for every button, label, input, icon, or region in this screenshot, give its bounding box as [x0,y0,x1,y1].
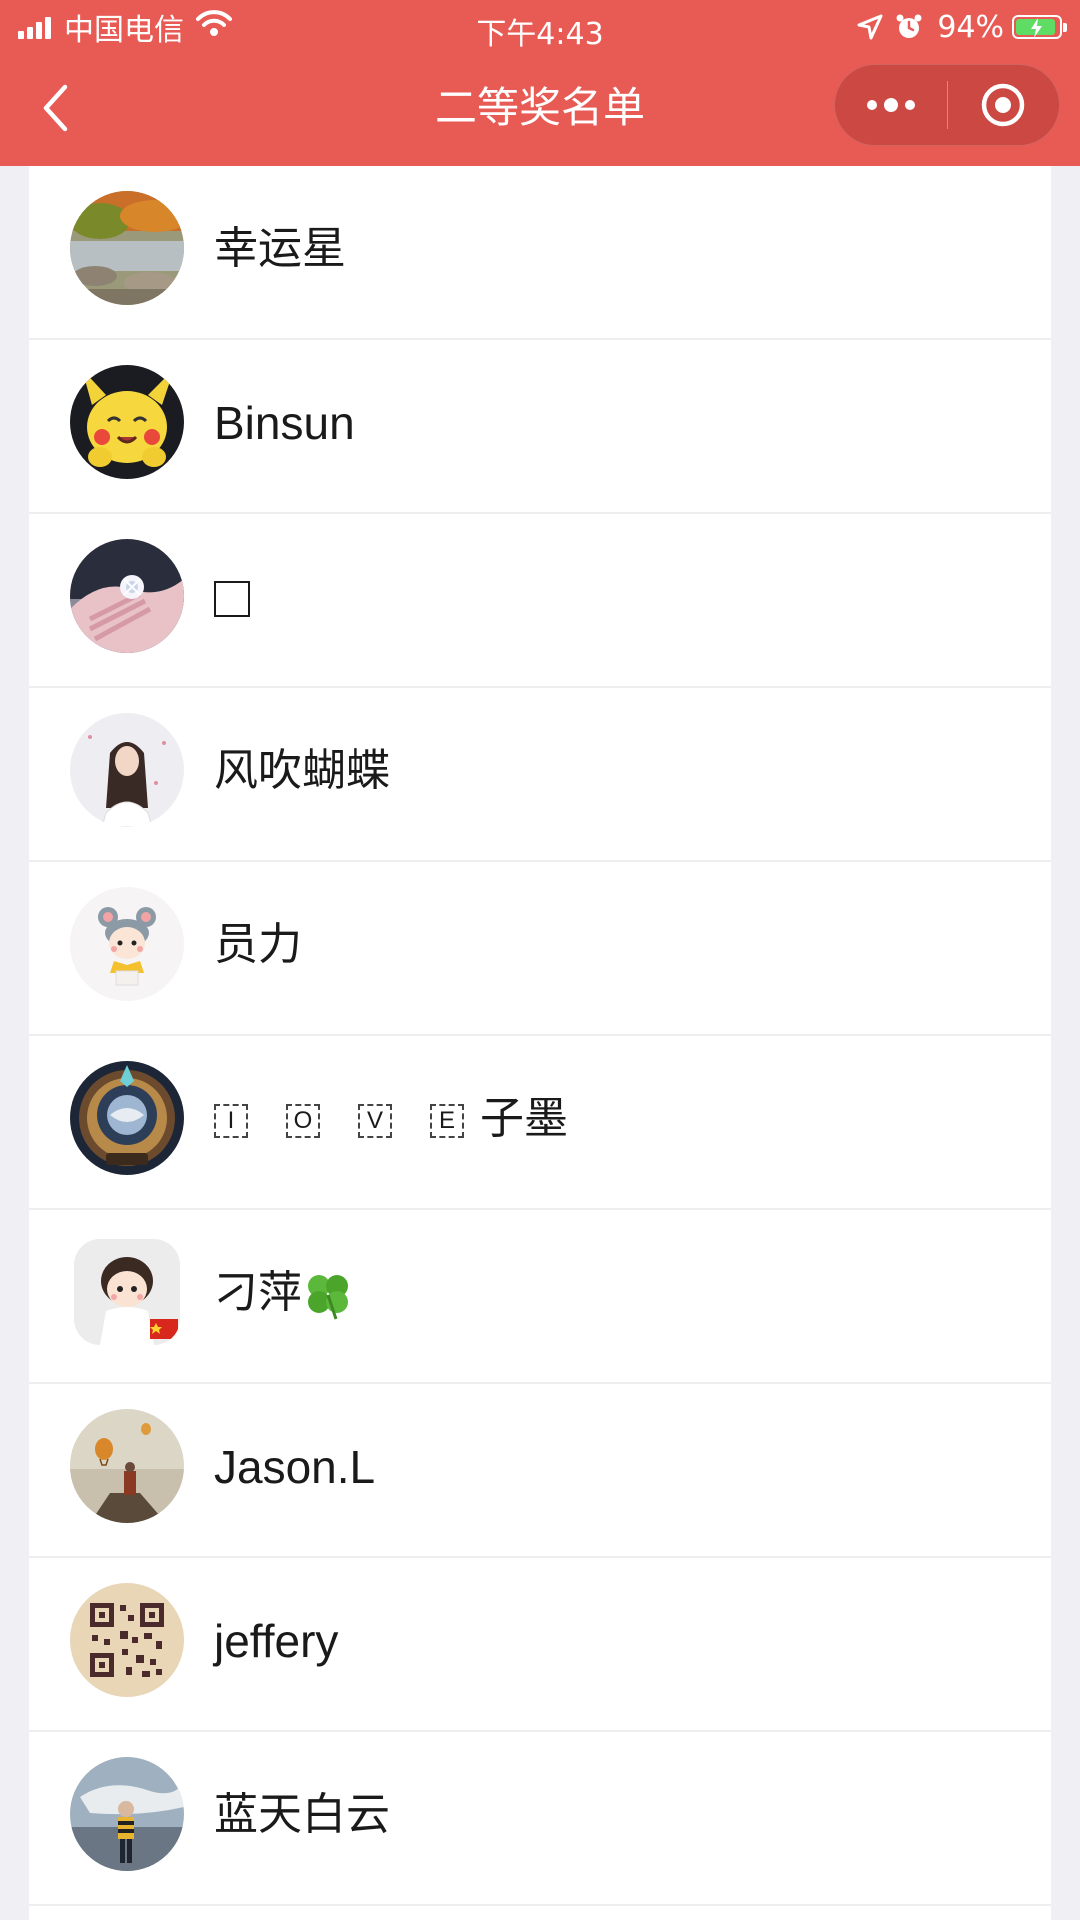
name-glyph: E [430,1104,464,1138]
avatar [70,713,184,827]
avatar [70,365,184,479]
name-text: 刁萍 [214,1267,302,1318]
avatar [70,887,184,1001]
more-button[interactable] [835,64,947,146]
wifi-icon [196,9,232,45]
avatar [70,1061,184,1175]
list-item[interactable]: 幸运星 [29,166,1051,340]
more-dots-icon [866,98,915,112]
winner-name: 幸运星 [214,223,346,274]
name-text: 子墨 [480,1093,568,1144]
winner-name: jeffery [214,1615,339,1667]
mini-program-capsule [834,64,1060,146]
list-item[interactable]: 员力 [29,862,1051,1036]
winner-name [214,570,250,624]
winner-name: Jason.L [214,1441,376,1493]
winner-name: 员力 [214,919,302,970]
avatar [70,1409,184,1523]
nav-bar: 二等奖名单 [0,54,1080,166]
winner-list: 幸运星 Binsun 风吹蝴蝶 员力 I O V E 子墨 刁萍 Jason.L… [29,166,1051,1920]
avatar [70,539,184,653]
list-item[interactable]: 风吹蝴蝶 [29,688,1051,862]
list-item[interactable]: jeffery [29,1558,1051,1732]
four-leaf-clover-icon [308,1275,348,1320]
close-button[interactable] [948,64,1060,146]
list-item[interactable]: Binsun [29,340,1051,514]
avatar [74,1239,180,1345]
avatar [70,1583,184,1697]
winner-name: Binsun [214,397,355,449]
avatar [70,191,184,305]
location-arrow-icon [857,14,883,40]
winner-name: I O V E 子墨 [214,1092,568,1146]
list-item[interactable]: Jason.L [29,1384,1051,1558]
name-glyph: I [214,1104,248,1138]
winner-name: 风吹蝴蝶 [214,745,390,796]
battery-charging-icon [1012,15,1067,39]
name-glyph: O [286,1104,320,1138]
list-item[interactable]: 蓝天白云 [29,1732,1051,1906]
list-item[interactable]: 刁萍 [29,1210,1051,1384]
avatar [70,1757,184,1871]
battery-percent: 94% [937,9,1004,45]
list-item[interactable]: I O V E 子墨 [29,1036,1051,1210]
winner-name: 刁萍 [214,1266,354,1321]
target-circle-icon [982,83,1025,127]
winner-name: 蓝天白云 [214,1789,390,1840]
status-bar: 中国电信 下午4:43 94% [0,0,1080,54]
alarm-icon [895,13,923,41]
list-item[interactable] [29,514,1051,688]
name-glyph: V [358,1104,392,1138]
missing-glyph [214,581,250,617]
carrier-label: 中国电信 [64,13,184,48]
signal-icon [18,15,54,39]
